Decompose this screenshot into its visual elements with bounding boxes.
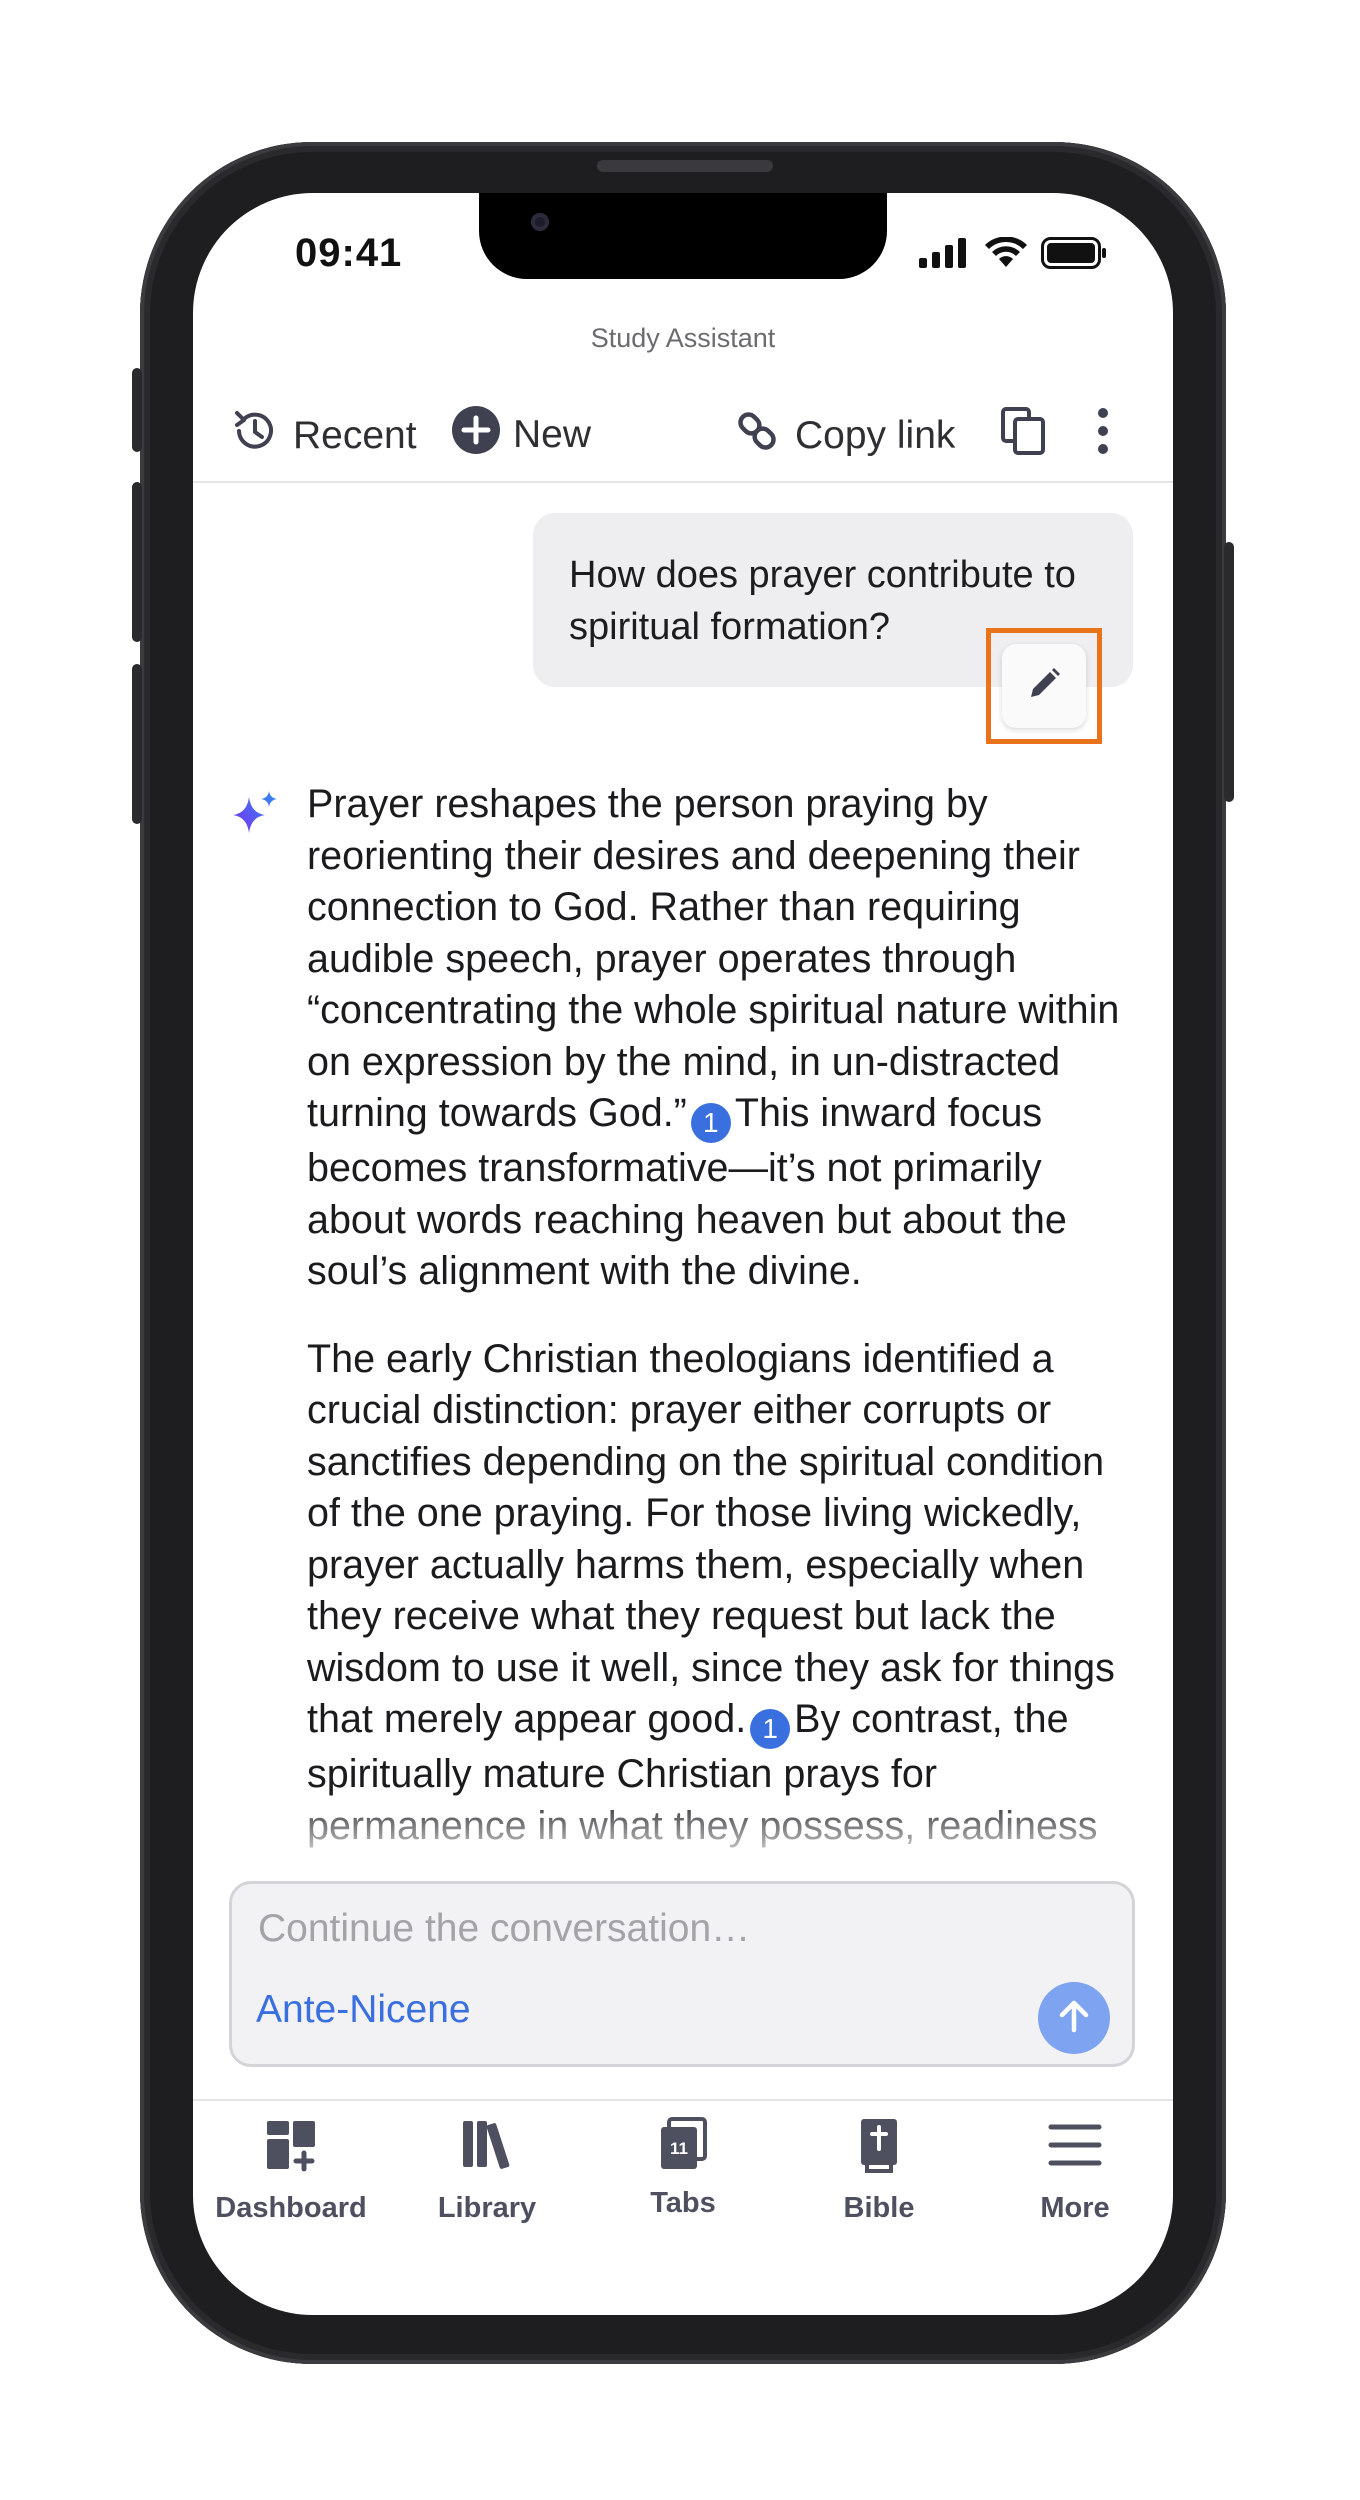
citation-badge[interactable]: 1	[690, 1103, 731, 1143]
cellular-signal-icon	[919, 238, 971, 273]
nav-label: Tabs	[650, 2187, 716, 2219]
dashboard-icon	[263, 2117, 319, 2178]
nav-more[interactable]: More	[977, 2101, 1173, 2261]
screen-title: Study Assistant	[590, 323, 776, 353]
collection-selector[interactable]: Ante-Nicene	[256, 1988, 471, 2032]
answer-text: The early Christian theologians identifi…	[307, 1336, 1115, 1742]
vertical-dots-icon	[1093, 405, 1113, 467]
answer-paragraph: The early Christian theologians identifi…	[307, 1334, 1137, 1853]
nav-label: More	[1040, 2192, 1110, 2224]
sparkle-icon	[229, 789, 283, 848]
copy-link-button[interactable]: Copy link	[731, 405, 955, 467]
notch	[479, 193, 887, 279]
copy-icon	[999, 405, 1047, 467]
battery-icon	[1041, 237, 1107, 274]
composer: Ante-Nicene	[229, 1881, 1135, 2067]
citation-badge[interactable]: 1	[750, 1709, 791, 1749]
answer-paragraph: Prayer reshapes the person praying by re…	[307, 779, 1137, 1298]
volume-down-button	[132, 664, 142, 824]
app-screen: 09:41 Study Assistant Recent New Copy li…	[193, 193, 1173, 2315]
volume-up-button	[132, 482, 142, 642]
nav-label: Library	[437, 2192, 537, 2224]
more-options-button[interactable]	[1093, 405, 1113, 467]
edit-button-highlight	[986, 628, 1102, 744]
answer-text: Prayer reshapes the person praying by re…	[307, 782, 1120, 1135]
nav-label: Bible	[843, 2192, 915, 2224]
status-time: 09:41	[295, 231, 403, 275]
nav-tabs[interactable]: 11 Tabs	[585, 2101, 781, 2261]
send-button[interactable]	[1038, 1982, 1110, 2054]
arrow-up-icon	[1054, 1996, 1094, 2041]
history-icon	[229, 405, 281, 467]
assistant-answer: Prayer reshapes the person praying by re…	[307, 779, 1137, 1888]
menu-icon	[1047, 2117, 1103, 2178]
copy-button[interactable]	[999, 405, 1047, 467]
plus-circle-icon	[451, 405, 501, 465]
tabs-count-badge: 11	[670, 2139, 688, 2158]
message-input[interactable]	[256, 1906, 1020, 1952]
new-label: New	[513, 413, 592, 456]
front-camera	[531, 213, 549, 231]
nav-dashboard[interactable]: Dashboard	[193, 2101, 389, 2261]
recent-button[interactable]: Recent	[229, 405, 417, 467]
earpiece-speaker	[597, 160, 773, 172]
bottom-navigation: Dashboard Library 11 Tabs Bible More	[193, 2099, 1173, 2261]
tabs-icon: 11	[655, 2117, 711, 2173]
library-icon	[459, 2117, 515, 2178]
new-conversation-button[interactable]: New	[451, 405, 591, 465]
bible-icon	[851, 2117, 907, 2178]
nav-bible[interactable]: Bible	[781, 2101, 977, 2261]
power-button	[1224, 542, 1234, 802]
mute-switch	[132, 368, 142, 452]
wifi-icon	[985, 236, 1027, 274]
copy-link-label: Copy link	[795, 414, 956, 457]
recent-label: Recent	[293, 414, 417, 457]
link-icon	[731, 405, 783, 467]
status-icons	[919, 236, 1107, 274]
nav-label: Dashboard	[215, 2192, 367, 2224]
nav-library[interactable]: Library	[389, 2101, 585, 2261]
toolbar: Recent New Copy link	[193, 381, 1173, 483]
